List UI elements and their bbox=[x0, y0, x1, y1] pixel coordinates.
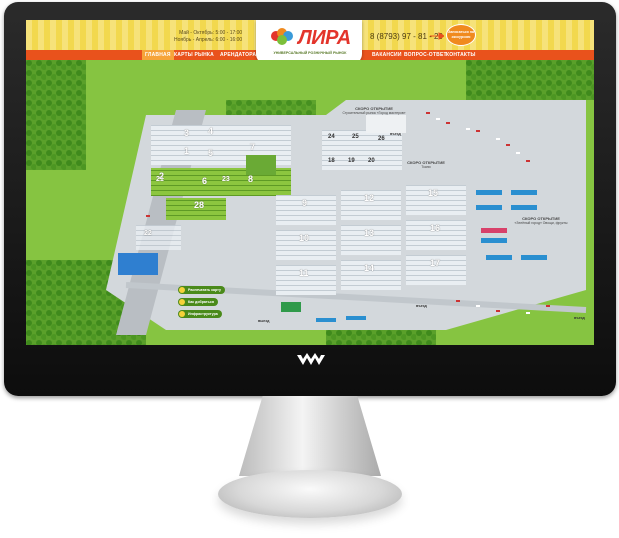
building-20[interactable]: 20 bbox=[368, 158, 375, 164]
print-icon bbox=[179, 287, 185, 293]
soon-fabrics: СКОРО ОТКРЫТИЕ Ткани bbox=[398, 160, 454, 170]
building-8[interactable]: 8 bbox=[248, 174, 253, 184]
nav-tenants[interactable]: АРЕНДАТОРАМ bbox=[220, 50, 261, 60]
nav-home[interactable]: ГЛАВНАЯ bbox=[142, 50, 174, 60]
building-5[interactable]: 5 bbox=[208, 148, 213, 158]
infrastructure-link[interactable]: Инфраструктура bbox=[178, 310, 222, 318]
map-illustration bbox=[26, 60, 594, 345]
building-7[interactable]: 7 bbox=[250, 142, 255, 152]
directions-link[interactable]: Как добраться bbox=[178, 298, 218, 306]
nav-faq[interactable]: ВОПРОС-ОТВЕТ bbox=[404, 50, 447, 60]
nav-vacancies[interactable]: ВАКАНСИИ bbox=[372, 50, 402, 60]
flower-logo-icon bbox=[271, 28, 293, 45]
monitor-brand-icon bbox=[297, 353, 325, 365]
building-13[interactable]: 13 bbox=[364, 228, 374, 238]
soon-fabrics-text: Ткани bbox=[421, 165, 431, 169]
logo-text: ЛИРА bbox=[298, 27, 351, 49]
logo-subtitle: УНИВЕРСАЛЬНЫЙ РОЗНИЧНЫЙ РЫНОК bbox=[273, 51, 347, 55]
monitor-stand-base bbox=[218, 470, 402, 518]
working-hours: Май - Октябрь: 5:00 - 17:00 Ноябрь - Апр… bbox=[174, 30, 242, 44]
building-15[interactable]: 15 bbox=[428, 188, 438, 198]
monitor-stand-neck bbox=[238, 396, 382, 476]
building-6[interactable]: 6 bbox=[202, 176, 207, 186]
print-map-link[interactable]: Распечатать карту bbox=[178, 286, 226, 294]
building-9[interactable]: 9 bbox=[302, 198, 307, 208]
arrow-icon bbox=[430, 32, 444, 40]
entry-label-right: въезд bbox=[574, 316, 585, 320]
building-12[interactable]: 12 bbox=[364, 193, 374, 203]
directions-label: Как добраться bbox=[188, 300, 214, 304]
print-map-label: Распечатать карту bbox=[188, 288, 222, 292]
soon-construction: СКОРО ОТКРЫТИЕ Строительный рынок «Город… bbox=[342, 106, 406, 116]
building-10[interactable]: 10 bbox=[299, 233, 309, 243]
nav-maps[interactable]: КАРТЫ РЫНКА bbox=[174, 50, 214, 60]
hours-winter: Ноябрь - Апрель: 6:00 - 16:00 bbox=[174, 37, 243, 43]
screen: Май - Октябрь: 5:00 - 17:00 Ноябрь - Апр… bbox=[26, 20, 594, 345]
building-1[interactable]: 1 bbox=[184, 146, 189, 156]
location-icon bbox=[179, 299, 185, 305]
hours-summer: Май - Октябрь: 5:00 - 17:00 bbox=[179, 30, 243, 36]
info-icon bbox=[179, 311, 185, 317]
nav-contacts[interactable]: КОНТАКТЫ bbox=[446, 50, 476, 60]
soon-construction-text: Строительный рынок «Город мастеров» bbox=[342, 111, 406, 115]
building-26[interactable]: 26 bbox=[378, 136, 385, 142]
exit-label: выезд bbox=[258, 319, 270, 323]
infrastructure-label: Инфраструктура bbox=[188, 312, 218, 316]
building-18[interactable]: 18 bbox=[328, 158, 335, 164]
building-11[interactable]: 11 bbox=[299, 268, 309, 278]
entry-label-top: въезд bbox=[390, 132, 401, 136]
building-23[interactable]: 23 bbox=[222, 176, 230, 183]
soon-green-city: СКОРО ОТКРЫТИЕ «Зелёный город» Овощи, фр… bbox=[510, 216, 572, 226]
building-4[interactable]: 4 bbox=[208, 126, 213, 136]
market-map[interactable]: 1 2 3 4 5 6 7 8 21 22 23 28 9 10 11 12 1… bbox=[26, 60, 594, 345]
monitor: Май - Октябрь: 5:00 - 17:00 Ноябрь - Апр… bbox=[0, 0, 619, 538]
logo-tab[interactable]: ЛИРА УНИВЕРСАЛЬНЫЙ РОЗНИЧНЫЙ РЫНОК bbox=[256, 20, 362, 64]
building-21[interactable]: 21 bbox=[156, 176, 164, 183]
soon-green-city-text: «Зелёный город» Овощи, фрукты bbox=[514, 221, 568, 225]
building-22[interactable]: 22 bbox=[144, 230, 152, 237]
building-19[interactable]: 19 bbox=[348, 158, 355, 164]
entry-label-bottom: въезд bbox=[416, 304, 427, 308]
building-16[interactable]: 16 bbox=[430, 223, 440, 233]
building-28[interactable]: 28 bbox=[194, 200, 204, 210]
building-17[interactable]: 17 bbox=[430, 258, 440, 268]
building-25[interactable]: 25 bbox=[352, 134, 359, 140]
building-3[interactable]: 3 bbox=[184, 128, 189, 138]
building-14[interactable]: 14 bbox=[364, 263, 374, 273]
excursion-badge[interactable]: Записаться на экскурсию bbox=[446, 24, 476, 46]
building-24[interactable]: 24 bbox=[328, 134, 335, 140]
